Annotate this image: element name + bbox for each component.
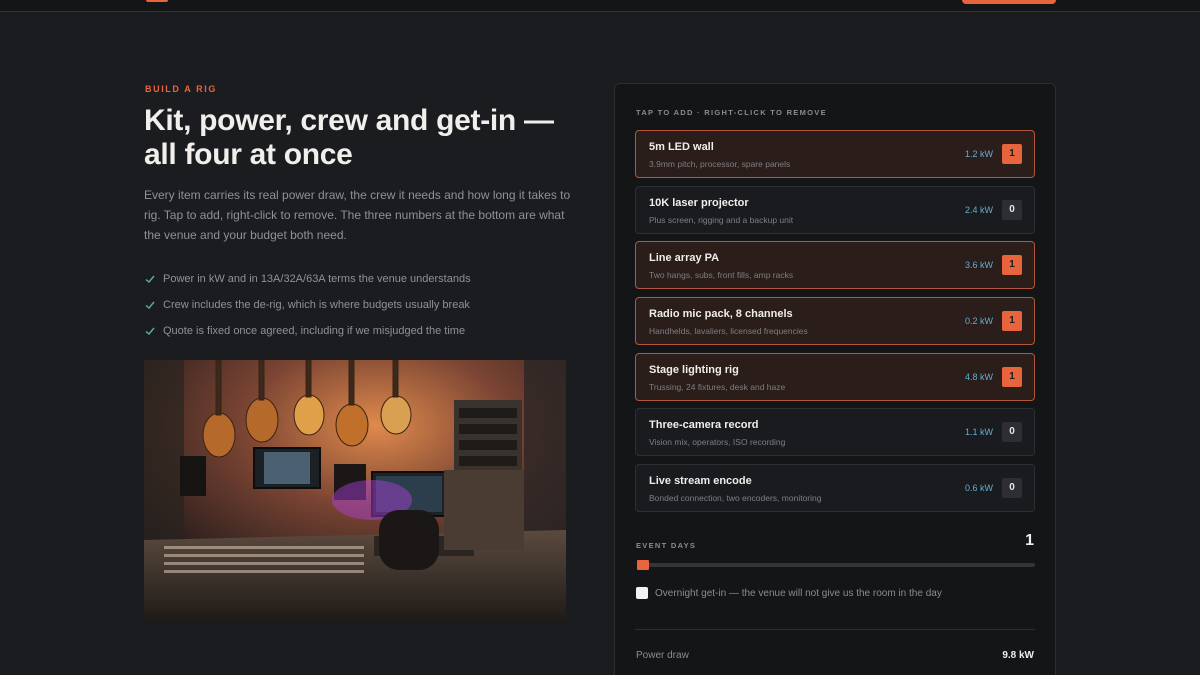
item-count-badge[interactable]: 0 (1002, 422, 1022, 442)
item-count-badge[interactable]: 0 (1002, 478, 1022, 498)
item-count-badge[interactable]: 1 (1002, 144, 1022, 164)
feature-list: Power in kW and in 13A/32A/63A terms the… (145, 266, 471, 344)
event-days-slider[interactable] (637, 560, 1035, 570)
item-power: 0.2 kW (964, 316, 993, 326)
rig-item-radio-mics[interactable]: Radio mic pack, 8 channels Handhelds, la… (635, 297, 1035, 345)
feature-text: Power in kW and in 13A/32A/63A terms the… (163, 273, 471, 285)
rig-item-line-array[interactable]: Line array PA Two hangs, subs, front fil… (635, 241, 1035, 289)
item-subtitle: Two hangs, subs, front fills, amp racks (649, 270, 794, 280)
item-count-badge[interactable]: 0 (1002, 200, 1022, 220)
top-nav-bar (0, 0, 1200, 12)
feature-item: Crew includes the de-rig, which is where… (145, 292, 471, 318)
item-subtitle: Handhelds, lavaliers, licensed frequenci… (649, 326, 808, 336)
item-subtitle: 3.9mm pitch, processor, spare panels (649, 159, 791, 169)
item-count-badge[interactable]: 1 (1002, 311, 1022, 331)
feature-text: Quote is fixed once agreed, including if… (163, 325, 466, 337)
nav-cta-button[interactable] (962, 0, 1056, 4)
item-power: 2.4 kW (964, 205, 993, 215)
rig-item-live-stream[interactable]: Live stream encode Bonded connection, tw… (635, 464, 1035, 512)
item-subtitle: Trussing, 24 fixtures, desk and haze (649, 382, 786, 392)
rig-item-laser-projector[interactable]: 10K laser projector Plus screen, rigging… (635, 186, 1035, 234)
item-title: Live stream encode (649, 475, 752, 487)
item-title: Three-camera record (649, 419, 759, 431)
event-days-label: EVENT DAYS (636, 541, 697, 550)
item-power: 0.6 kW (964, 483, 993, 493)
rig-item-camera-record[interactable]: Three-camera record Vision mix, operator… (635, 408, 1035, 456)
slider-thumb[interactable] (637, 560, 649, 570)
logo[interactable] (146, 0, 168, 2)
overnight-label: Overnight get-in — the venue will not gi… (655, 587, 942, 599)
item-power: 1.1 kW (964, 427, 993, 437)
overnight-option[interactable]: Overnight get-in — the venue will not gi… (636, 587, 942, 599)
item-power: 1.2 kW (964, 149, 993, 159)
page-title: Kit, power, crew and get-in — all four a… (144, 104, 554, 171)
rig-builder-panel: TAP TO ADD · RIGHT-CLICK TO REMOVE 5m LE… (614, 83, 1056, 675)
item-subtitle: Bonded connection, two encoders, monitor… (649, 493, 822, 503)
feature-item: Power in kW and in 13A/32A/63A terms the… (145, 266, 471, 292)
studio-photo (144, 360, 566, 622)
power-draw-label: Power draw (636, 650, 689, 661)
item-title: Radio mic pack, 8 channels (649, 308, 793, 320)
intro-paragraph: Every item carries its real power draw, … (144, 188, 571, 242)
feature-text: Crew includes the de-rig, which is where… (163, 299, 470, 311)
item-title: Line array PA (649, 252, 720, 264)
check-icon (145, 275, 155, 283)
overnight-checkbox[interactable] (636, 587, 648, 599)
rig-item-stage-lighting[interactable]: Stage lighting rig Trussing, 24 fixtures… (635, 353, 1035, 401)
item-subtitle: Plus screen, rigging and a backup unit (649, 215, 794, 225)
item-power: 3.6 kW (964, 260, 993, 270)
check-icon (145, 327, 155, 335)
check-icon (145, 301, 155, 309)
feature-item: Quote is fixed once agreed, including if… (145, 318, 471, 344)
panel-hint: TAP TO ADD · RIGHT-CLICK TO REMOVE (636, 108, 827, 117)
slider-track[interactable] (637, 563, 1035, 567)
item-count-badge[interactable]: 1 (1002, 367, 1022, 387)
power-draw-value: 9.8 kW (1002, 650, 1034, 661)
rig-item-led-wall[interactable]: 5m LED wall 3.9mm pitch, processor, spar… (635, 130, 1035, 178)
item-subtitle: Vision mix, operators, ISO recording (649, 437, 786, 447)
event-days-value: 1 (1025, 532, 1034, 549)
item-title: Stage lighting rig (649, 364, 739, 376)
divider (635, 629, 1035, 630)
item-power: 4.8 kW (964, 372, 993, 382)
item-count-badge[interactable]: 1 (1002, 255, 1022, 275)
item-title: 5m LED wall (649, 141, 714, 153)
item-title: 10K laser projector (649, 197, 749, 209)
section-eyebrow: BUILD A RIG (145, 84, 217, 94)
